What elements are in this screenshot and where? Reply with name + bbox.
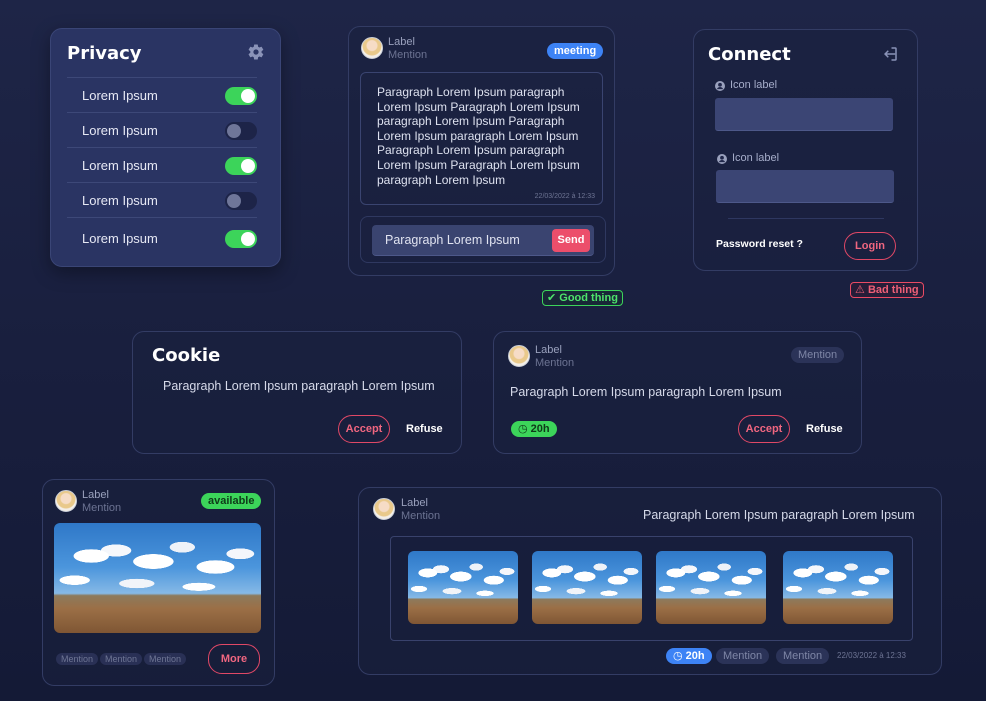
cookie-title: Cookie <box>152 345 221 366</box>
available-badge: available <box>201 493 262 509</box>
field2-input[interactable] <box>716 170 894 203</box>
privacy-row-label: Lorem Ipsum <box>82 231 158 246</box>
send-button[interactable]: Send <box>552 229 590 252</box>
gallery-card: Label Mention Paragraph Lorem Ipsum para… <box>358 487 942 675</box>
reply-input-value: Paragraph Lorem Ipsum <box>385 233 520 247</box>
user-label: Label <box>388 36 415 48</box>
photo-card: Label Mention available Mention Mention … <box>42 479 275 686</box>
privacy-row-label: Lorem Ipsum <box>82 193 158 208</box>
avatar <box>373 498 395 520</box>
mention-tag: Mention <box>716 648 770 664</box>
privacy-toggle[interactable] <box>225 122 257 140</box>
good-thing-label: Good thing <box>559 292 618 304</box>
field1-input[interactable] <box>715 98 893 131</box>
toggle-knob <box>241 159 255 173</box>
field1-label: Icon label <box>730 79 778 91</box>
privacy-row-label: Lorem Ipsum <box>82 88 158 103</box>
privacy-row: Lorem Ipsum <box>67 217 257 257</box>
avatar <box>508 345 530 367</box>
message-box: Paragraph Lorem Ipsum paragraph Lorem Ip… <box>360 72 603 205</box>
password-reset-link[interactable]: Password reset ? <box>716 238 803 250</box>
user-label: Label <box>401 497 428 509</box>
user-label: Label <box>82 489 109 501</box>
mention-tag: Mention <box>791 347 845 363</box>
privacy-toggle[interactable] <box>225 157 257 175</box>
user-mention: Mention <box>82 502 122 514</box>
privacy-title: Privacy <box>67 43 142 64</box>
notice-card: Label Mention Mention Paragraph Lorem Ip… <box>493 331 862 454</box>
mention-tag: Mention <box>144 653 187 665</box>
bad-thing-label: Bad thing <box>867 284 919 296</box>
toggle-knob <box>227 194 241 208</box>
toggle-knob <box>241 89 255 103</box>
more-button[interactable]: More <box>208 644 260 674</box>
mention-tag: Mention <box>100 653 143 665</box>
gallery-strip <box>390 536 913 641</box>
privacy-row: Lorem Ipsum <box>67 147 257 181</box>
good-thing-status: ✔ Good thing <box>542 290 623 306</box>
user-mention: Mention <box>535 357 575 369</box>
mention-tag: Mention <box>56 653 99 665</box>
gallery-image[interactable] <box>532 551 642 624</box>
landscape-image <box>54 523 261 633</box>
accept-button[interactable]: Accept <box>738 415 790 443</box>
privacy-card: Privacy Lorem Ipsum Lorem Ipsum Lorem Ip… <box>50 28 281 267</box>
user-icon <box>715 81 725 91</box>
time-badge: ◷ 20h <box>666 648 712 664</box>
gallery-image[interactable] <box>408 551 518 624</box>
warning-icon: ⚠ <box>855 284 865 296</box>
connect-card: Connect Icon label Icon label Password r… <box>693 29 918 271</box>
privacy-row: Lorem Ipsum <box>67 77 257 111</box>
privacy-toggle[interactable] <box>225 87 257 105</box>
connect-title: Connect <box>708 44 791 65</box>
gallery-text: Paragraph Lorem Ipsum paragraph Lorem Ip… <box>643 508 915 522</box>
login-button[interactable]: Login <box>844 232 896 260</box>
refuse-button[interactable]: Refuse <box>806 423 843 435</box>
accept-button[interactable]: Accept <box>338 415 390 443</box>
refuse-button[interactable]: Refuse <box>406 423 443 435</box>
time-label: 20h <box>530 423 550 435</box>
privacy-row-label: Lorem Ipsum <box>82 123 158 138</box>
bad-thing-status: ⚠ Bad thing <box>850 282 924 298</box>
mention-tag: Mention <box>776 648 830 664</box>
field2-label: Icon label <box>732 152 780 164</box>
time-badge: ◷ 20h <box>511 421 557 437</box>
message-timestamp: 22/03/2022 à 12:33 <box>534 193 595 200</box>
sign-in-icon[interactable] <box>880 45 900 63</box>
user-icon <box>717 154 727 164</box>
cookie-text: Paragraph Lorem Ipsum paragraph Lorem Ip… <box>163 379 435 393</box>
clock-icon: ◷ <box>673 650 683 662</box>
message-text: Paragraph Lorem Ipsum paragraph Lorem Ip… <box>377 85 580 187</box>
user-mention: Mention <box>401 510 441 522</box>
privacy-toggle[interactable] <box>225 192 257 210</box>
privacy-toggle[interactable] <box>225 230 257 248</box>
clock-icon: ◷ <box>518 423 528 435</box>
meeting-badge: meeting <box>547 43 604 59</box>
privacy-row: Lorem Ipsum <box>67 182 257 216</box>
privacy-row: Lorem Ipsum <box>67 112 257 146</box>
notice-text: Paragraph Lorem Ipsum paragraph Lorem Ip… <box>510 385 782 399</box>
user-label: Label <box>535 344 562 356</box>
reply-input[interactable]: Paragraph Lorem Ipsum Send <box>372 225 594 256</box>
time-label: 20h <box>685 650 705 662</box>
gallery-image[interactable] <box>783 551 893 624</box>
check-icon: ✔ <box>547 292 557 304</box>
reply-bar: Paragraph Lorem Ipsum Send <box>360 216 606 263</box>
gear-icon[interactable] <box>247 43 265 61</box>
avatar <box>55 490 77 512</box>
gallery-timestamp: 22/03/2022 à 12:33 <box>837 651 906 660</box>
toggle-knob <box>241 232 255 246</box>
chat-card: Label Mention meeting Paragraph Lorem Ip… <box>348 26 615 276</box>
divider <box>728 218 884 219</box>
cookie-card: Cookie Paragraph Lorem Ipsum paragraph L… <box>132 331 462 454</box>
avatar <box>361 37 383 59</box>
privacy-row-label: Lorem Ipsum <box>82 158 158 173</box>
toggle-knob <box>227 124 241 138</box>
gallery-image[interactable] <box>656 551 766 624</box>
user-mention: Mention <box>388 49 428 61</box>
